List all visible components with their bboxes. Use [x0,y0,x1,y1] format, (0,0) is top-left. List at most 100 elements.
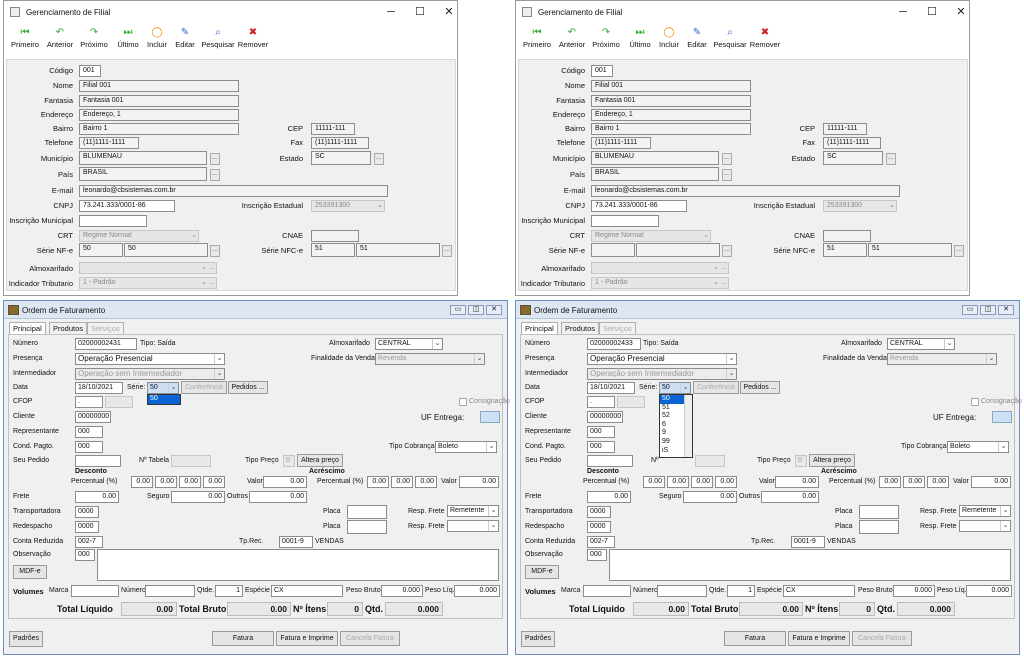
nome-field[interactable]: Filial 001 [79,80,239,92]
acr-pct-3[interactable]: 0.00 [927,476,949,488]
placa-field-2[interactable] [859,520,899,534]
cliente-field[interactable]: 00000000 [587,411,623,423]
finalidade-select[interactable]: Revenda ⌄ [375,353,485,365]
tipo-cobranca-select[interactable]: Boleto ⌄ [435,441,497,453]
acr-pct-1[interactable]: 0.00 [879,476,901,488]
conta-reduzida-field[interactable]: 002-7 [75,536,103,548]
presenca-select[interactable]: Operação Presencial ⌄ [587,353,737,365]
fax-field[interactable]: (11)1111-1111 [311,137,369,149]
desc-pct-1[interactable]: 0.00 [131,476,153,488]
placa-field-1[interactable] [347,505,387,519]
cnae-field[interactable] [311,230,359,242]
insc-mun-field[interactable] [591,215,659,227]
peso-bruto-field[interactable]: 0.000 [381,585,423,597]
data-field[interactable]: 18/10/2021 [75,382,123,394]
fatura-imprime-button[interactable]: Fatura e Imprime [276,631,338,646]
desc-pct-1[interactable]: 0.00 [643,476,665,488]
last-button[interactable]: ⏭ Último [626,25,654,53]
representante-field[interactable]: 000 [75,426,103,438]
dropdown-scrollbar[interactable] [684,395,692,457]
outros-field[interactable]: 0.00 [249,491,307,503]
observacao-textarea[interactable] [609,549,1011,581]
estado-lookup-button[interactable]: ... [374,153,384,165]
ind-trib-select[interactable]: 1 - Padrão ⌄ ... [79,277,217,289]
add-button[interactable]: ◯ Incluir [655,25,683,53]
serie-nfe-lookup-button[interactable]: ... [210,245,220,257]
telefone-field[interactable]: (11)1111-1111 [591,137,651,149]
volume-numero-field[interactable] [145,585,195,597]
cfop-desc-field[interactable]: . [617,396,645,408]
municipio-lookup-button[interactable]: ... [210,153,220,165]
estado-field[interactable]: SC [311,151,371,165]
minimize-icon[interactable]: ─ [381,5,401,19]
data-field[interactable]: 18/10/2021 [587,382,635,394]
endereco-field[interactable]: Endereço, 1 [591,109,751,121]
nome-field[interactable]: Filial 001 [591,80,751,92]
mdfe-button[interactable]: MDF-e [525,565,559,579]
telefone-field[interactable]: (11)1111-1111 [79,137,139,149]
uf-entrega-field[interactable] [480,411,500,423]
conta-reduzida-field[interactable]: 002-7 [587,536,615,548]
edit-button[interactable]: ✎ Editar [684,25,710,53]
tipo-preco-field[interactable]: 0 [283,455,295,467]
ind-trib-select[interactable]: 1 - Padrão ⌄ ... [591,277,729,289]
close-icon[interactable]: ✕ [998,305,1014,315]
qtde-field[interactable]: 1 [727,585,755,597]
cep-field[interactable]: 11111-111 [311,123,355,135]
cliente-field[interactable]: 00000000 [75,411,111,423]
marca-field[interactable] [583,585,631,597]
pedidos-button[interactable]: Pedidos ... [228,381,268,394]
estado-lookup-button[interactable]: ... [886,153,896,165]
remove-button[interactable]: ✖ Remover [237,25,269,53]
serie-select[interactable]: 50 ⌄ [147,382,179,394]
n-tabela-field[interactable] [695,455,725,467]
qtde-field[interactable]: 1 [215,585,243,597]
cancela-fatura-button[interactable]: Cancela Fatura [852,631,912,646]
almox-select[interactable]: ⌄ ... [591,262,729,274]
pais-lookup-button[interactable]: ... [722,169,732,181]
desc-pct-3[interactable]: 0.00 [691,476,713,488]
seguro-field[interactable]: 0.00 [171,491,225,503]
municipio-field[interactable]: BLUMENAU [591,151,719,165]
cond-pagto-field[interactable]: 000 [75,441,103,453]
fatura-button[interactable]: Fatura [212,631,274,646]
email-field[interactable]: leonardo@cbsistemas.com.br [79,185,388,197]
serie-nfce-desc-field[interactable]: 51 [868,243,952,257]
resp-frete-select-2[interactable]: ⌄ [447,520,499,532]
tp-rec-code-field[interactable]: 0001-9 [279,536,313,548]
numero-field[interactable]: 02000002433 [587,338,641,350]
cfop-desc-field[interactable]: . [105,396,133,408]
resp-frete-select-1[interactable]: Remetente ⌄ [959,505,1011,517]
pais-field[interactable]: BRASIL [79,167,207,181]
minimize-icon[interactable]: ▭ [962,305,978,315]
serie-nfce-desc-field[interactable]: 51 [356,243,440,257]
crt-select[interactable]: Regime Normal ⌄ [79,230,199,242]
serie-select[interactable]: 50 ⌄ [659,382,691,394]
uf-entrega-field[interactable] [992,411,1012,423]
desc-pct-4[interactable]: 0.00 [203,476,225,488]
previous-button[interactable]: ↶ Anterior [556,25,588,53]
observacao-code-field[interactable]: 000 [75,549,95,561]
tab-principal[interactable]: Principal [9,322,46,334]
cond-pagto-field[interactable]: 000 [587,441,615,453]
estado-field[interactable]: SC [823,151,883,165]
presenca-select[interactable]: Operação Presencial ⌄ [75,353,225,365]
peso-bruto-field[interactable]: 0.000 [893,585,935,597]
tab-produtos[interactable]: Produtos [561,322,600,334]
consignacao-checkbox[interactable] [971,398,979,406]
maximize-icon[interactable]: ☐ [922,5,942,19]
serie-nfe-desc-field[interactable] [636,243,720,257]
crt-select[interactable]: Regime Normal ⌄ [591,230,711,242]
serie-nfe-lookup-button[interactable]: ... [722,245,732,257]
desc-pct-4[interactable]: 0.00 [715,476,737,488]
add-button[interactable]: ◯ Incluir [143,25,171,53]
next-button[interactable]: ↷ Próximo [78,25,110,53]
placa-field-1[interactable] [859,505,899,519]
tipo-preco-field[interactable]: 0 [795,455,807,467]
resp-frete-select-2[interactable]: ⌄ [959,520,1011,532]
redespacho-field[interactable]: 0000 [587,521,611,533]
desc-pct-2[interactable]: 0.00 [155,476,177,488]
frete-field[interactable]: 0.00 [587,491,631,503]
minimize-icon[interactable]: ▭ [450,305,466,315]
tipo-cobranca-select[interactable]: Boleto ⌄ [947,441,1009,453]
